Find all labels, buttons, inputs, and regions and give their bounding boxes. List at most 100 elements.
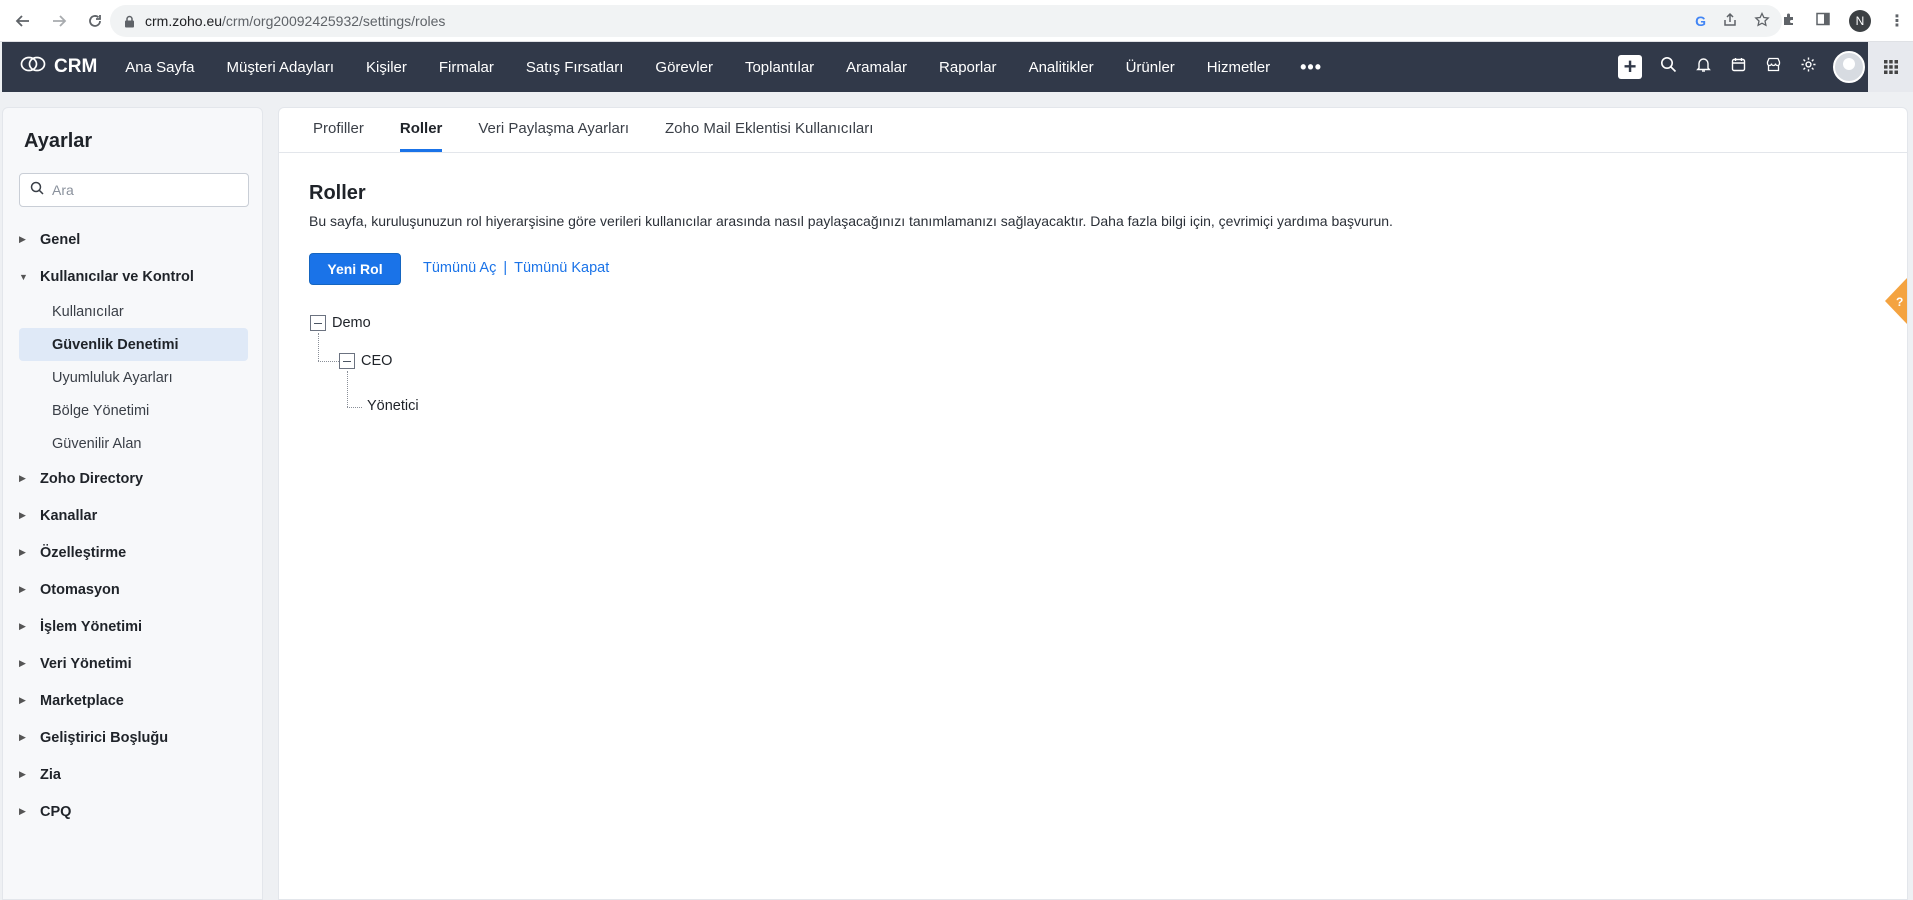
- sidebar-section-label: Zoho Directory: [40, 470, 144, 487]
- crm-logo[interactable]: CRM: [20, 55, 97, 79]
- nav-raporlar[interactable]: Raporlar: [923, 59, 1013, 76]
- notification-bell-icon[interactable]: [1695, 56, 1712, 78]
- role-node-yonetici[interactable]: Yönetici: [367, 398, 419, 414]
- main-panel: Profiller Roller Veri Paylaşma Ayarları …: [278, 107, 1908, 900]
- collapse-toggle-icon[interactable]: [339, 353, 355, 369]
- nav-musteri-adaylari[interactable]: Müşteri Adayları: [211, 59, 351, 76]
- caret-right-icon: ▶: [19, 732, 26, 742]
- sidebar-section-marketplace[interactable]: ▶ Marketplace: [3, 682, 262, 719]
- sidebar-section-label: Kanallar: [40, 507, 98, 524]
- tree-connector: [347, 371, 348, 407]
- sidebar-section-gelistirici-boslugu[interactable]: ▶ Geliştirici Boşluğu: [3, 719, 262, 756]
- sidebar-section-zia[interactable]: ▶ Zia: [3, 756, 262, 793]
- calendar-icon[interactable]: [1730, 56, 1747, 78]
- sidebar-item-kullanicilar[interactable]: Kullanıcılar: [19, 295, 248, 328]
- apps-grid-icon[interactable]: [1868, 42, 1913, 92]
- marketplace-store-icon[interactable]: [1765, 56, 1782, 78]
- tree-connector: [318, 361, 339, 362]
- sidebar-item-guvenilir-alan[interactable]: Güvenilir Alan: [19, 427, 248, 460]
- sidebar-section-islem-yonetimi[interactable]: ▶ İşlem Yönetimi: [3, 608, 262, 645]
- settings-tabs: Profiller Roller Veri Paylaşma Ayarları …: [279, 108, 1907, 153]
- browser-menu-icon[interactable]: ⋮: [1889, 11, 1905, 31]
- sidebar-section-genel[interactable]: ▶ Genel: [3, 221, 262, 258]
- sidebar-item-bolge-yonetimi[interactable]: Bölge Yönetimi: [19, 394, 248, 427]
- sidebar-section-label: Özelleştirme: [40, 544, 127, 561]
- nav-kisiler[interactable]: Kişiler: [350, 59, 423, 76]
- star-icon[interactable]: [1754, 11, 1770, 31]
- tab-veri-paylasma-ayarlari[interactable]: Veri Paylaşma Ayarları: [478, 120, 629, 152]
- nav-analitikler[interactable]: Analitikler: [1013, 59, 1110, 76]
- role-node-ceo[interactable]: CEO: [339, 353, 392, 369]
- sidebar-item-guvenlik-denetimi[interactable]: Güvenlik Denetimi: [19, 328, 248, 361]
- tree-connector: [318, 333, 319, 361]
- collapse-toggle-icon[interactable]: [310, 315, 326, 331]
- role-label[interactable]: Yönetici: [367, 398, 419, 414]
- sidebar-section-kanallar[interactable]: ▶ Kanallar: [3, 497, 262, 534]
- extensions-icon[interactable]: [1781, 11, 1797, 32]
- url-path: /crm/org20092425932/settings/roles: [222, 13, 446, 29]
- sidebar-section-kullanicilar-ve-kontrol[interactable]: ▼ Kullanıcılar ve Kontrol: [3, 258, 262, 295]
- nav-gorevler[interactable]: Görevler: [639, 59, 729, 76]
- settings-menu: ▶ Genel ▼ Kullanıcılar ve Kontrol Kullanıc…: [3, 221, 262, 830]
- sidebar-section-otomasyon[interactable]: ▶ Otomasyon: [3, 571, 262, 608]
- tab-profiller[interactable]: Profiller: [313, 120, 364, 152]
- caret-right-icon: ▶: [19, 658, 26, 668]
- nav-satis-firsatlari[interactable]: Satış Fırsatları: [510, 59, 640, 76]
- crm-brand-label: CRM: [54, 56, 98, 77]
- settings-search-input[interactable]: [52, 182, 242, 198]
- link-separator: |: [503, 260, 508, 276]
- nav-hizmetler[interactable]: Hizmetler: [1191, 59, 1286, 76]
- browser-profile-avatar[interactable]: N: [1849, 10, 1871, 32]
- user-avatar[interactable]: [1833, 51, 1865, 83]
- create-new-plus-icon[interactable]: +: [1618, 55, 1642, 79]
- reload-icon[interactable]: [82, 8, 108, 34]
- expand-all-link[interactable]: Tümünü Aç: [423, 260, 496, 276]
- google-icon[interactable]: G: [1695, 13, 1706, 29]
- tree-controls: Tümünü Aç | Tümünü Kapat: [423, 260, 609, 276]
- sidebar-item-uyumluluk-ayarlari[interactable]: Uyumluluk Ayarları: [19, 361, 248, 394]
- forward-icon[interactable]: [46, 8, 72, 34]
- nav-ana-sayfa[interactable]: Ana Sayfa: [109, 59, 210, 76]
- settings-gear-icon[interactable]: [1800, 56, 1817, 78]
- page-title: Roller: [309, 182, 366, 204]
- caret-right-icon: ▶: [19, 769, 26, 779]
- settings-sidebar: Ayarlar ▶ Genel ▼ Kullanıcılar ve Kontrol …: [2, 107, 263, 900]
- collapse-all-link[interactable]: Tümünü Kapat: [514, 260, 609, 276]
- back-icon[interactable]: [10, 8, 36, 34]
- sidebar-section-ozellestirme[interactable]: ▶ Özelleştirme: [3, 534, 262, 571]
- role-label[interactable]: CEO: [361, 353, 392, 369]
- role-node-demo[interactable]: Demo: [310, 315, 371, 331]
- address-bar[interactable]: crm.zoho.eu/crm/org20092425932/settings/…: [110, 5, 1782, 37]
- caret-right-icon: ▶: [19, 547, 26, 557]
- search-icon[interactable]: [1660, 56, 1677, 78]
- caret-right-icon: ▶: [19, 806, 26, 816]
- caret-right-icon: ▶: [19, 584, 26, 594]
- tab-roller[interactable]: Roller: [399, 120, 443, 152]
- nav-urunler[interactable]: Ürünler: [1110, 59, 1191, 76]
- role-label[interactable]: Demo: [332, 315, 371, 331]
- help-tab[interactable]: ?: [1881, 278, 1907, 324]
- new-role-button[interactable]: Yeni Rol: [309, 253, 401, 285]
- zoho-crm-logo-icon: [20, 55, 46, 79]
- caret-right-icon: ▶: [19, 695, 26, 705]
- sidebar-section-zoho-directory[interactable]: ▶ Zoho Directory: [3, 460, 262, 497]
- sidebar-section-label: Genel: [40, 231, 81, 248]
- sidebar-section-cpq[interactable]: ▶ CPQ: [3, 793, 262, 830]
- nav-aramalar[interactable]: Aramalar: [830, 59, 923, 76]
- sidebar-section-label: Marketplace: [40, 692, 124, 709]
- lock-icon: [124, 15, 135, 28]
- sidebar-section-veri-yonetimi[interactable]: ▶ Veri Yönetimi: [3, 645, 262, 682]
- sidebar-section-label: Veri Yönetimi: [40, 655, 132, 672]
- caret-down-icon: ▼: [19, 271, 28, 282]
- nav-toplantilar[interactable]: Toplantılar: [729, 59, 830, 76]
- sidebar-section-label: Geliştirici Boşluğu: [40, 729, 169, 746]
- tab-zoho-mail-eklentisi[interactable]: Zoho Mail Eklentisi Kullanıcıları: [665, 120, 873, 152]
- sidebar-section-label: Otomasyon: [40, 581, 120, 598]
- nav-firmalar[interactable]: Firmalar: [423, 59, 510, 76]
- sidepanel-icon[interactable]: [1815, 11, 1831, 32]
- share-icon[interactable]: [1722, 12, 1738, 31]
- search-icon: [30, 181, 44, 200]
- sidebar-section-label: CPQ: [40, 803, 72, 820]
- more-modules-icon[interactable]: •••: [1286, 57, 1336, 78]
- settings-search-box[interactable]: [19, 173, 249, 207]
